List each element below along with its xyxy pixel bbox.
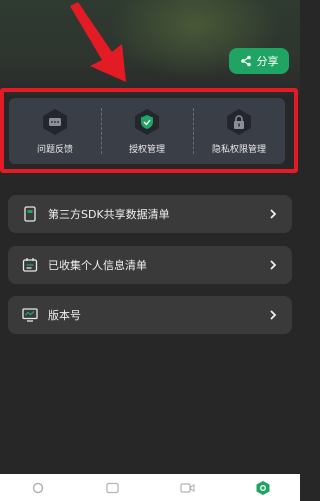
square-tab-icon (106, 482, 119, 493)
menu-item-label: 已收集个人信息清单 (48, 259, 147, 272)
authorization-label: 授权管理 (128, 144, 165, 155)
feedback-action[interactable]: 问题反馈 (9, 98, 101, 164)
share-icon (240, 55, 251, 67)
nav-tab-gallery[interactable] (101, 478, 125, 498)
privacy-permission-label: 隐私权限管理 (211, 144, 266, 155)
menu-item-version[interactable]: 版本号 (8, 296, 292, 334)
nav-tab-video[interactable] (176, 478, 200, 498)
bottom-navigation (0, 474, 300, 501)
document-icon (24, 206, 36, 222)
quick-actions-card: 问题反馈 授权管理 隐私权限管理 (9, 98, 285, 164)
annotation-arrow-icon (70, 2, 126, 82)
authorization-action[interactable]: 授权管理 (101, 98, 193, 164)
monitor-icon (22, 308, 38, 322)
nav-tab-settings[interactable] (251, 478, 275, 498)
menu-item-personal-info-list[interactable]: 已收集个人信息清单 (8, 246, 292, 284)
chat-bubble-icon (43, 108, 67, 135)
privacy-permission-action[interactable]: 隐私权限管理 (193, 98, 285, 164)
feedback-label: 问题反馈 (36, 144, 73, 155)
share-button[interactable]: 分享 (229, 48, 289, 74)
chevron-right-icon (270, 310, 277, 320)
nav-tab-home[interactable] (26, 478, 50, 498)
chevron-right-icon (270, 260, 277, 270)
circle-tab-icon (32, 482, 43, 493)
video-tab-icon (180, 482, 195, 493)
lock-icon (227, 108, 251, 135)
menu-item-sdk-data-list[interactable]: 第三方SDK共享数据清单 (8, 195, 292, 233)
hexagon-tab-icon (256, 480, 269, 495)
chevron-right-icon (270, 209, 277, 219)
share-button-label: 分享 (256, 55, 279, 68)
calendar-list-icon (22, 258, 38, 272)
menu-item-label: 版本号 (48, 309, 81, 322)
shield-check-icon (135, 108, 159, 135)
menu-item-label: 第三方SDK共享数据清单 (48, 208, 170, 221)
